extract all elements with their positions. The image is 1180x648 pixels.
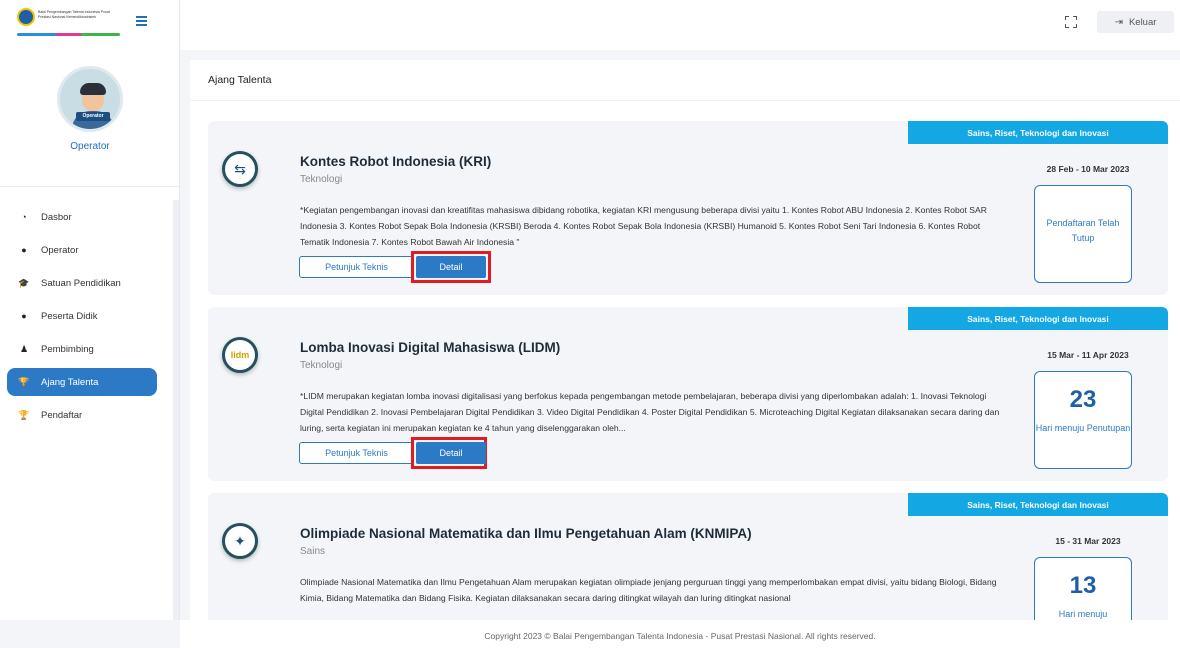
avatar-badge: Operator: [76, 112, 110, 121]
avatar: Operator: [57, 66, 123, 132]
sidebar-item-satuan-pendidikan[interactable]: 🎓 Satuan Pendidikan: [7, 269, 157, 297]
event-date: 15 Mar - 11 Apr 2023: [1047, 350, 1129, 360]
user-profile: Operator Operator: [0, 66, 180, 152]
event-category: Teknologi: [300, 174, 343, 185]
detail-highlight: Detail: [411, 437, 487, 469]
sidebar-item-label: Peserta Didik: [41, 310, 98, 322]
event-card-lidm: Sains, Riset, Teknologi dan Inovasi lidm…: [208, 307, 1168, 481]
hamburger-menu-icon[interactable]: [136, 16, 147, 26]
event-date: 15 - 31 Mar 2023: [1055, 536, 1121, 546]
sidebar-item-operator[interactable]: ● Operator: [7, 236, 157, 264]
event-category: Teknologi: [300, 360, 343, 371]
user-icon: ●: [21, 311, 27, 321]
knmipa-logo-icon: ✦: [222, 523, 258, 559]
trophy-icon: 🏆: [18, 409, 30, 420]
sidebar-item-label: Operator: [41, 244, 79, 256]
lidm-logo-icon: lidm: [222, 337, 258, 373]
topbar: ⇥ Keluar: [180, 0, 1180, 50]
fullscreen-icon[interactable]: [1065, 16, 1077, 28]
event-title: Kontes Robot Indonesia (KRI): [300, 154, 492, 169]
days-count: 13: [1069, 572, 1097, 599]
sidebar: Balai Pengembangan Talenta Indonesia Pus…: [0, 0, 180, 620]
main-content: Ajang Talenta Sains, Riset, Teknologi da…: [190, 60, 1180, 620]
sidebar-item-dasbor[interactable]: ◔ Dasbor: [7, 203, 157, 231]
event-category: Sains: [300, 546, 326, 557]
registration-status: Pendaftaran Telah Tutup: [1034, 185, 1132, 283]
brand[interactable]: Balai Pengembangan Talenta Indonesia Pus…: [0, 0, 179, 50]
sidebar-divider: [0, 186, 180, 187]
logout-icon: ⇥: [1114, 16, 1123, 28]
days-count: 23: [1069, 386, 1097, 413]
category-badge: Sains, Riset, Teknologi dan Inovasi: [908, 121, 1168, 144]
detail-button[interactable]: Detail: [416, 256, 486, 278]
petunjuk-teknis-button[interactable]: Petunjuk Teknis: [299, 442, 414, 464]
brand-color-bar: [17, 33, 120, 36]
sidebar-item-pembimbing[interactable]: ♟ Pembimbing: [7, 335, 157, 363]
event-date: 28 Feb - 10 Mar 2023: [1046, 164, 1130, 174]
trophy-icon: 🏆: [18, 376, 30, 387]
event-title: Lomba Inovasi Digital Mahasiswa (LIDM): [300, 340, 561, 355]
sidebar-item-pendaftar[interactable]: 🏆 Pendaftar: [7, 401, 157, 429]
detail-button[interactable]: Detail: [416, 442, 486, 464]
sidebar-item-label: Pembimbing: [41, 343, 94, 355]
event-description: *LIDM merupakan kegiatan lomba inovasi d…: [300, 391, 1000, 433]
tut-wuri-logo: [17, 8, 35, 26]
countdown-box: 23 Hari menuju Penutupan: [1034, 371, 1132, 469]
days-label: Hari menuju Penutupan: [1035, 423, 1131, 433]
user-name: Operator: [70, 141, 110, 152]
page-title: Ajang Talenta: [208, 74, 272, 86]
sidebar-item-label: Satuan Pendidikan: [41, 277, 121, 289]
dashboard-icon: ◔: [21, 212, 27, 222]
petunjuk-teknis-button[interactable]: Petunjuk Teknis: [299, 256, 414, 278]
countdown-box: 13 Hari menuju: [1034, 557, 1132, 620]
sidebar-nav: ◔ Dasbor ● Operator 🎓 Satuan Pendidikan …: [7, 203, 157, 434]
users-icon: ♟: [19, 343, 29, 354]
sidebar-item-ajang-talenta[interactable]: 🏆 Ajang Talenta: [7, 368, 157, 396]
graduation-cap-icon: 🎓: [18, 277, 30, 288]
sidebar-item-label: Ajang Talenta: [41, 376, 99, 388]
kri-logo-icon: ⇆: [222, 151, 258, 187]
brand-text: Balai Pengembangan Talenta Indonesia Pus…: [38, 10, 110, 19]
user-icon: ●: [21, 245, 27, 255]
status-text: Pendaftaran Telah Tutup: [1046, 218, 1120, 243]
category-badge: Sains, Riset, Teknologi dan Inovasi: [908, 493, 1168, 516]
sidebar-item-peserta-didik[interactable]: ● Peserta Didik: [7, 302, 157, 330]
event-title: Olimpiade Nasional Matematika dan Ilmu P…: [300, 526, 752, 541]
footer: Copyright 2023 © Balai Pengembangan Tale…: [180, 620, 1180, 648]
sidebar-item-label: Pendaftar: [41, 409, 83, 421]
logout-button[interactable]: ⇥ Keluar: [1097, 11, 1174, 33]
days-label: Hari menuju: [1058, 609, 1108, 619]
logout-label: Keluar: [1128, 16, 1157, 28]
sidebar-item-label: Dasbor: [41, 211, 72, 223]
event-description: *Kegiatan pengembangan inovasi dan kreat…: [300, 205, 987, 247]
detail-highlight: Detail: [411, 251, 491, 283]
sidebar-scrollbar[interactable]: [173, 200, 179, 620]
event-card-kri: Sains, Riset, Teknologi dan Inovasi ⇆ Ko…: [208, 121, 1168, 295]
title-divider: [190, 100, 1180, 101]
category-badge: Sains, Riset, Teknologi dan Inovasi: [908, 307, 1168, 330]
event-description: Olimpiade Nasional Matematika dan Ilmu P…: [300, 577, 997, 603]
event-card-knmipa: Sains, Riset, Teknologi dan Inovasi ✦ Ol…: [208, 493, 1168, 620]
